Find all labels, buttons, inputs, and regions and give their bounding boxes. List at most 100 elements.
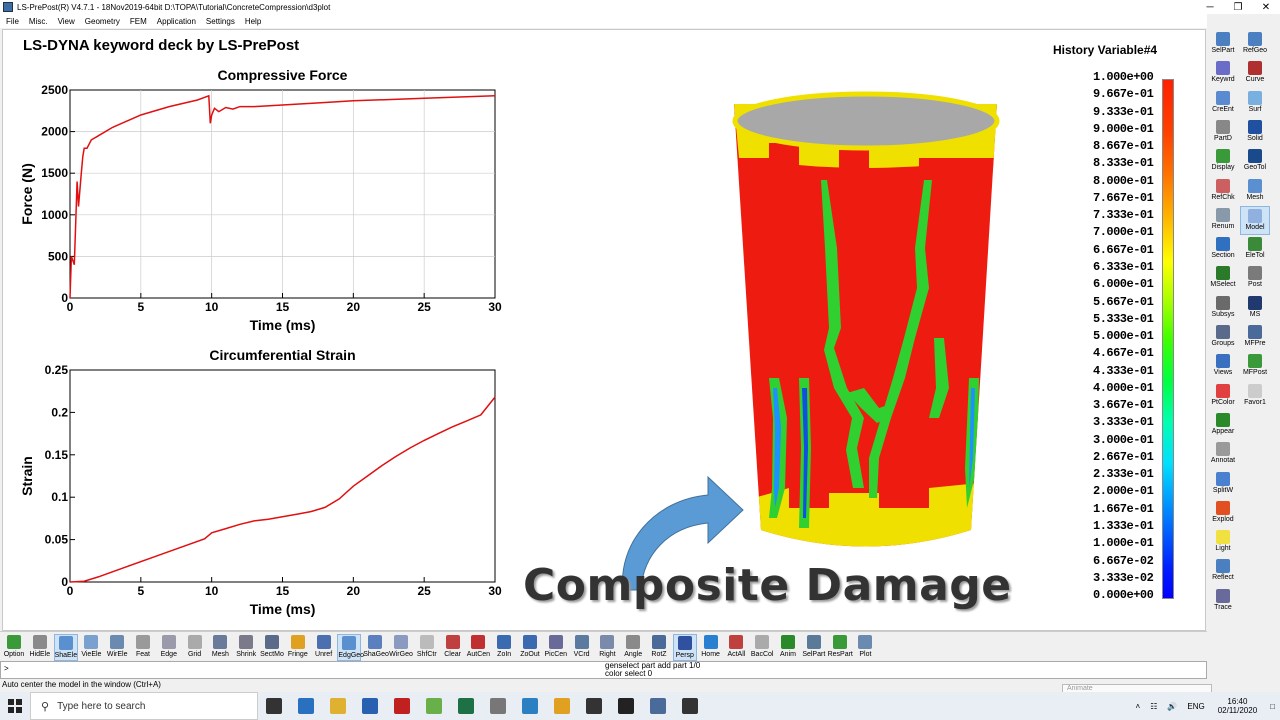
tool-mselect-button[interactable]: MSelect — [1208, 264, 1238, 293]
tool-ms-button[interactable]: MS — [1240, 294, 1270, 323]
toolbar-shrink-button[interactable]: Shrink — [234, 634, 258, 661]
menu-file[interactable]: File — [6, 17, 19, 26]
toolbar-selpart-button[interactable]: SelPart — [802, 634, 826, 661]
menu-misc[interactable]: Misc. — [29, 17, 48, 26]
taskbar-lsprepost-active-button[interactable] — [674, 692, 706, 720]
minimize-button[interactable]: ─ — [1196, 2, 1224, 13]
maximize-button[interactable]: ❐ — [1224, 2, 1252, 13]
toolbar-rotz-button[interactable]: RotZ — [647, 634, 671, 661]
tool-groups-button[interactable]: Groups — [1208, 323, 1238, 352]
taskbar-edge-button[interactable] — [290, 692, 322, 720]
tool-appear-button[interactable]: Appear — [1208, 411, 1238, 440]
taskbar-mail-button[interactable] — [354, 692, 386, 720]
tool-annotat-button[interactable]: Annotat — [1208, 440, 1238, 469]
taskbar-excel-button[interactable] — [450, 692, 482, 720]
tool-views-button[interactable]: Views — [1208, 352, 1238, 381]
tool-eletol-button[interactable]: EleTol — [1240, 235, 1270, 264]
taskbar-notepad-plus-button[interactable] — [418, 692, 450, 720]
taskbar-file-explorer-button[interactable] — [322, 692, 354, 720]
menu-help[interactable]: Help — [245, 17, 261, 26]
tool-post-button[interactable]: Post — [1240, 264, 1270, 293]
tool-creent-button[interactable]: CreEnt — [1208, 89, 1238, 118]
taskbar-chrome-button[interactable] — [546, 692, 578, 720]
tool-reflect-button[interactable]: Reflect — [1208, 557, 1238, 586]
toolbar-unref-button[interactable]: Unref — [312, 634, 336, 661]
taskbar-paint-button[interactable] — [482, 692, 514, 720]
toolbar-edge-button[interactable]: Edge — [157, 634, 181, 661]
toolbar-persp-button[interactable]: Persp — [672, 634, 697, 661]
toolbar-actall-button[interactable]: ActAll — [724, 634, 748, 661]
toolbar-zoin-button[interactable]: ZoIn — [492, 634, 516, 661]
toolbar-clear-button[interactable]: Clear — [441, 634, 465, 661]
tool-splitw-button[interactable]: SplitW — [1208, 470, 1238, 499]
taskbar-ls-app-button[interactable] — [514, 692, 546, 720]
tool-mfpost-button[interactable]: MFPost — [1240, 352, 1270, 381]
windows-start-button[interactable] — [0, 692, 30, 720]
volume-icon[interactable]: 🔊 — [1167, 702, 1177, 711]
toolbar-respart-button[interactable]: ResPart — [828, 634, 853, 661]
command-prompt[interactable]: > — [4, 664, 9, 673]
toolbar-right-button[interactable]: Right — [595, 634, 619, 661]
taskbar-calculator-button[interactable] — [642, 692, 674, 720]
toolbar-shaele-button[interactable]: ShaEle — [53, 634, 78, 661]
tool-mfpre-button[interactable]: MFPre — [1240, 323, 1270, 352]
toolbar-wirele-button[interactable]: WirEle — [105, 634, 129, 661]
menu-view[interactable]: View — [58, 17, 75, 26]
tool-surf-button[interactable]: Surf — [1240, 89, 1270, 118]
tool-geotol-button[interactable]: GeoTol — [1240, 147, 1270, 176]
toolbar-anim-button[interactable]: Anim — [776, 634, 800, 661]
toolbar-zoout-button[interactable]: ZoOut — [518, 634, 542, 661]
toolbar-autcen-button[interactable]: AutCen — [466, 634, 490, 661]
tool-favor1-button[interactable]: Favor1 — [1240, 382, 1270, 411]
menu-fem[interactable]: FEM — [130, 17, 147, 26]
tool-selpart-button[interactable]: SelPart — [1208, 30, 1238, 59]
cylinder-model[interactable] — [729, 88, 1004, 588]
tool-subsys-button[interactable]: Subsys — [1208, 294, 1238, 323]
toolbar-mesh-button[interactable]: Mesh — [208, 634, 232, 661]
menu-settings[interactable]: Settings — [206, 17, 235, 26]
taskbar-acrobat-button[interactable] — [386, 692, 418, 720]
toolbar-shfctr-button[interactable]: ShfCtr — [415, 634, 439, 661]
toolbar-option-button[interactable]: Option — [2, 634, 26, 661]
clock[interactable]: 16:40 02/11/2020 — [1218, 697, 1257, 715]
close-button[interactable]: ✕ — [1252, 2, 1280, 13]
tool-curve-button[interactable]: Curve — [1240, 59, 1270, 88]
graphics-viewport[interactable]: LS-DYNA keyword deck by LS-PrePost Compr… — [2, 29, 1206, 631]
toolbar-feat-button[interactable]: Feat — [131, 634, 155, 661]
toolbar-vieele-button[interactable]: VieEle — [79, 634, 103, 661]
toolbar-piccen-button[interactable]: PicCen — [544, 634, 568, 661]
tool-display-button[interactable]: Display — [1208, 147, 1238, 176]
tool-section-button[interactable]: Section — [1208, 235, 1238, 264]
toolbar-angle-button[interactable]: Angle — [621, 634, 645, 661]
tool-solid-button[interactable]: Solid — [1240, 118, 1270, 147]
tool-trace-button[interactable]: Trace — [1208, 587, 1238, 616]
tool-keywrd-button[interactable]: Keywrd — [1208, 59, 1238, 88]
toolbar-fringe-button[interactable]: Fringe — [286, 634, 310, 661]
menu-application[interactable]: Application — [157, 17, 196, 26]
toolbar-plot-button[interactable]: Plot — [853, 634, 877, 661]
language-indicator[interactable]: ENG — [1187, 702, 1204, 711]
toolbar-hidele-button[interactable]: HidEle — [28, 634, 52, 661]
tool-renum-button[interactable]: Renum — [1208, 206, 1238, 235]
tool-light-button[interactable]: Light — [1208, 528, 1238, 557]
toolbar-home-button[interactable]: Home — [699, 634, 723, 661]
toolbar-vcrd-button[interactable]: VCrd — [570, 634, 594, 661]
toolbar-wirgeo-button[interactable]: WirGeo — [389, 634, 413, 661]
toolbar-baccol-button[interactable]: BacCol — [750, 634, 774, 661]
tool-mesh-button[interactable]: Mesh — [1240, 177, 1270, 206]
network-icon[interactable]: ☷ — [1150, 702, 1157, 711]
toolbar-grid-button[interactable]: Grid — [183, 634, 207, 661]
tool-explod-button[interactable]: Explod — [1208, 499, 1238, 528]
tool-refgeo-button[interactable]: RefGeo — [1240, 30, 1270, 59]
toolbar-shageo-button[interactable]: ShaGeo — [363, 634, 389, 661]
tool-refchk-button[interactable]: RefChk — [1208, 177, 1238, 206]
taskbar-search[interactable]: ⚲ Type here to search — [30, 692, 258, 720]
tool-ptcolor-button[interactable]: PtColor — [1208, 382, 1238, 411]
taskbar-lsprepost-button[interactable] — [578, 692, 610, 720]
taskbar-terminal-button[interactable] — [610, 692, 642, 720]
chevron-up-icon[interactable]: ˄ — [1136, 702, 1141, 711]
toolbar-sectmo-button[interactable]: SectMo — [260, 634, 284, 661]
toolbar-edggeo-button[interactable]: EdgGeo — [337, 634, 364, 661]
menu-geometry[interactable]: Geometry — [85, 17, 120, 26]
taskbar-task-view-button[interactable] — [258, 692, 290, 720]
